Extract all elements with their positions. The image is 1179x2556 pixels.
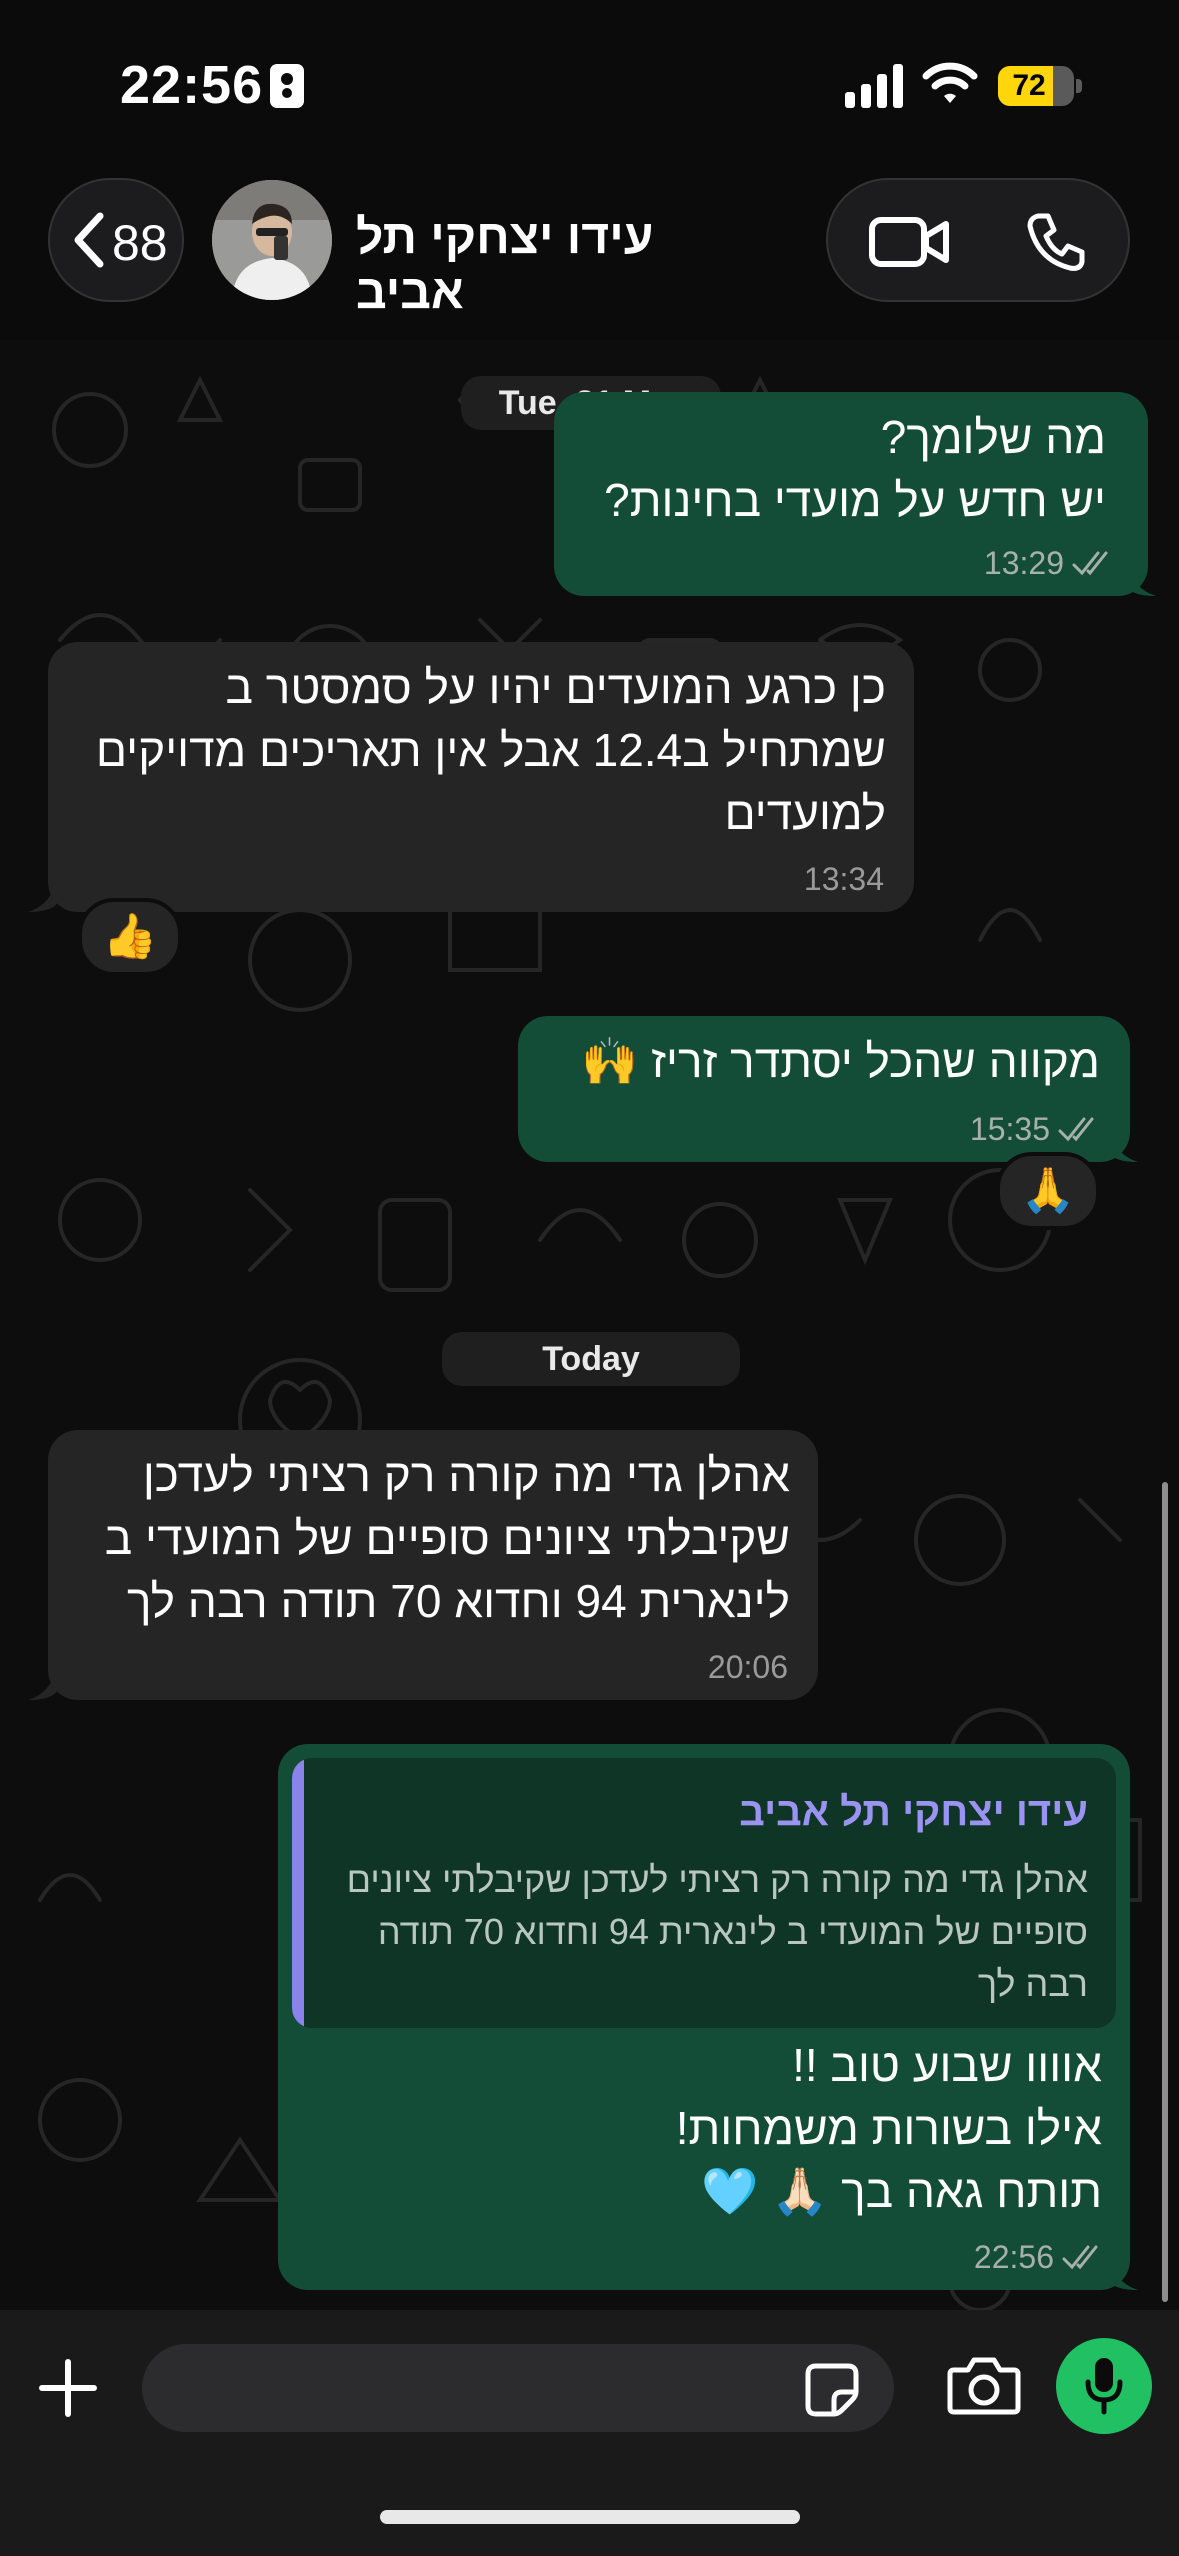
reply-text: אהלן גדי מה קורה רק רציתי לעדכן שקיבלתי … [346, 1859, 1088, 2004]
input-bar [0, 2310, 1179, 2556]
contact-card-icon [270, 64, 304, 108]
wifi-icon [922, 62, 978, 103]
date-separator: Today [442, 1332, 740, 1386]
outgoing-message[interactable]: מקווה שהכל יסתדר זריז 🙌 15:35 [518, 1016, 1130, 1162]
message-meta: 13:34 [804, 861, 884, 898]
bubble-tail [28, 872, 58, 912]
back-button[interactable]: 88 [48, 178, 184, 302]
reply-accent-bar [292, 1758, 304, 2028]
bubble-tail [1126, 556, 1156, 596]
clock: 22:56 [120, 55, 264, 115]
avatar-photo [212, 180, 332, 300]
message-time: 13:29 [983, 545, 1064, 581]
chevron-left-icon [74, 212, 104, 268]
chat-header: 88 עידו יצחקי תל אביב [0, 170, 1179, 340]
reaction-pray[interactable]: 🙏 [996, 1152, 1100, 1230]
message-meta: 20:06 [708, 1649, 788, 1686]
plus-icon[interactable] [36, 2356, 100, 2420]
reply-sender-name: עידו יצחקי תל אביב [739, 1790, 1088, 1834]
message-time: 22:56 [973, 2239, 1054, 2275]
battery-cap [1076, 79, 1082, 93]
bubble-tail [28, 1660, 58, 1700]
message-text: כן כרגע המועדים יהיו על סמסטר ב שמתחיל ב… [95, 661, 886, 839]
quoted-reply[interactable]: עידו יצחקי תל אביב אהלן גדי מה קורה רק ר… [292, 1758, 1116, 2028]
avatar[interactable] [212, 180, 332, 300]
incoming-message[interactable]: כן כרגע המועדים יהיו על סמסטר ב שמתחיל ב… [48, 642, 914, 912]
outgoing-message[interactable]: מה שלומך? יש חדש על מועדי בחינות? 13:29 [554, 392, 1148, 596]
double-check-icon [1072, 551, 1108, 575]
call-buttons [826, 178, 1130, 302]
double-check-icon [1062, 2245, 1098, 2269]
message-input[interactable] [142, 2344, 894, 2432]
bubble-tail [1108, 2250, 1138, 2290]
incoming-message[interactable]: אהלן גדי מה קורה רק רציתי לעדכן שקיבלתי … [48, 1430, 818, 1700]
cellular-signal-icon [845, 62, 905, 108]
bubble-tail [1108, 1122, 1138, 1162]
message-meta: 22:56 [974, 2239, 1104, 2276]
message-time: 20:06 [707, 1649, 788, 1685]
message-text: מה שלומך? יש חדש על מועדי בחינות? [604, 411, 1106, 526]
message-meta: 15:35 [970, 1111, 1100, 1148]
contact-name[interactable]: עידו יצחקי תל אביב [356, 210, 756, 320]
message-meta: 13:29 [984, 545, 1114, 582]
message-time: 13:34 [803, 861, 884, 897]
double-check-icon [1058, 1117, 1094, 1141]
message-text: אהלן גדי מה קורה רק רציתי לעדכן שקיבלתי … [104, 1449, 790, 1627]
phone-icon[interactable] [1024, 210, 1088, 274]
microphone-button[interactable] [1056, 2338, 1152, 2434]
status-bar: 22:56 72 [0, 0, 1179, 170]
reaction-thumbs-up[interactable]: 👍 [78, 898, 182, 976]
message-text: אוווו שבוע טוב !! אילו בשורות משמחות! תו… [675, 2039, 1102, 2217]
video-camera-icon[interactable] [868, 214, 952, 270]
microphone-icon [1085, 2358, 1123, 2415]
battery-level: 72 [1012, 69, 1046, 102]
home-indicator[interactable] [380, 2510, 800, 2524]
chat-area[interactable]: Tue, 31 Mar מה שלומך? יש חדש על מועדי בח… [0, 340, 1179, 2310]
message-text: מקווה שהכל יסתדר זריז 🙌 [581, 1035, 1100, 1087]
outgoing-message[interactable]: עידו יצחקי תל אביב אהלן גדי מה קורה רק ר… [278, 1744, 1130, 2290]
unread-count: 88 [112, 215, 168, 271]
sticker-icon[interactable] [802, 2360, 862, 2420]
message-time: 15:35 [969, 1111, 1050, 1147]
battery-indicator: 72 [998, 66, 1074, 106]
scrollbar[interactable] [1162, 1482, 1168, 2302]
camera-icon[interactable] [946, 2354, 1022, 2418]
